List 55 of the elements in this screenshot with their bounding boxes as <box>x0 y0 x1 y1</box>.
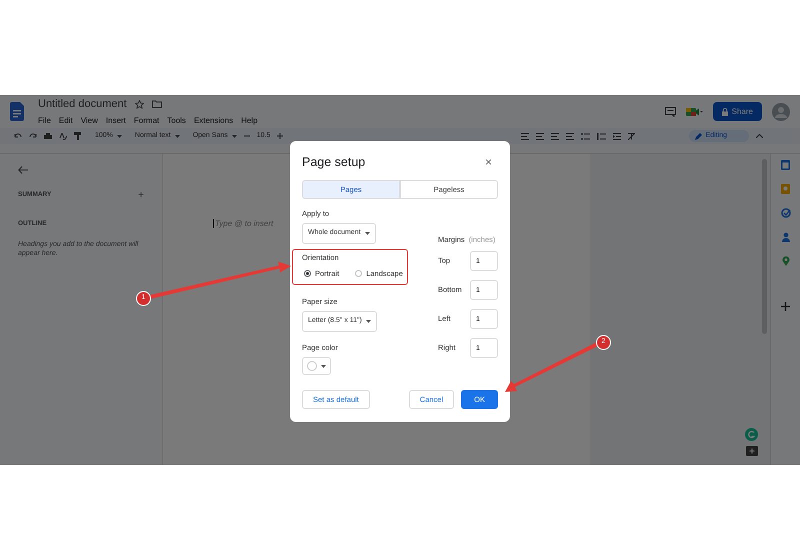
caret-icon <box>116 134 122 138</box>
plus-icon[interactable] <box>277 133 284 139</box>
pencil-icon <box>694 132 702 140</box>
close-button[interactable]: × <box>484 156 492 168</box>
align-icon[interactable] <box>550 132 559 140</box>
avatar-icon[interactable] <box>772 102 790 120</box>
radio-button[interactable] <box>355 270 362 277</box>
menu-item[interactable]: View <box>80 115 98 128</box>
folder-icon[interactable] <box>152 100 162 108</box>
map-pin-icon[interactable] <box>782 256 790 266</box>
menu-item[interactable]: Edit <box>58 115 73 128</box>
comment-icon[interactable] <box>664 106 676 116</box>
menu-item[interactable]: Help <box>241 115 258 128</box>
add-summary-button[interactable]: + <box>138 188 144 203</box>
document-placeholder[interactable]: Type @ to insert <box>213 219 274 228</box>
color-swatch-icon <box>307 361 317 371</box>
caret-icon <box>232 134 237 138</box>
align-icon[interactable] <box>566 132 574 140</box>
calendar-icon[interactable] <box>781 160 790 170</box>
caret-icon <box>174 134 180 138</box>
tasks-icon[interactable] <box>780 208 790 218</box>
paint-format-icon[interactable] <box>74 132 82 140</box>
clear-format-icon[interactable] <box>628 132 635 140</box>
align-icon[interactable] <box>536 132 544 140</box>
caret-icon <box>364 232 370 235</box>
plus-icon[interactable] <box>781 302 790 311</box>
menu-item[interactable]: Tools <box>167 115 186 128</box>
indent-icon[interactable] <box>612 132 621 140</box>
redo-icon[interactable] <box>29 133 37 139</box>
document-title[interactable]: Untitled document <box>38 96 127 112</box>
add-comment-icon[interactable] <box>746 446 758 458</box>
minus-icon[interactable] <box>244 133 250 139</box>
back-arrow-icon[interactable] <box>18 166 28 174</box>
print-icon[interactable] <box>44 132 52 140</box>
align-icon[interactable] <box>520 132 529 140</box>
lock-icon <box>722 108 728 116</box>
menu-item[interactable]: Format <box>134 115 160 128</box>
share-button[interactable]: Share <box>712 102 762 121</box>
collapse-caret-icon[interactable] <box>756 134 763 138</box>
docs-logo-icon <box>10 102 24 121</box>
undo-icon[interactable] <box>14 133 22 139</box>
star-icon[interactable] <box>134 100 144 108</box>
menu-item[interactable]: File <box>38 115 51 128</box>
dialog-title: Page setup <box>302 154 366 171</box>
list-icon[interactable] <box>580 132 590 140</box>
video-call-icon[interactable] <box>686 106 703 116</box>
menu-item[interactable]: Extensions <box>194 115 234 128</box>
caret-icon <box>321 364 326 368</box>
radio-button[interactable] <box>304 270 311 277</box>
spellcheck-icon[interactable] <box>59 132 67 140</box>
caret-icon <box>366 320 371 323</box>
contacts-icon[interactable] <box>782 232 790 242</box>
color-picker[interactable] <box>302 357 331 375</box>
menu-item[interactable]: Insert <box>106 115 126 128</box>
numbered-list-icon[interactable] <box>596 132 606 140</box>
